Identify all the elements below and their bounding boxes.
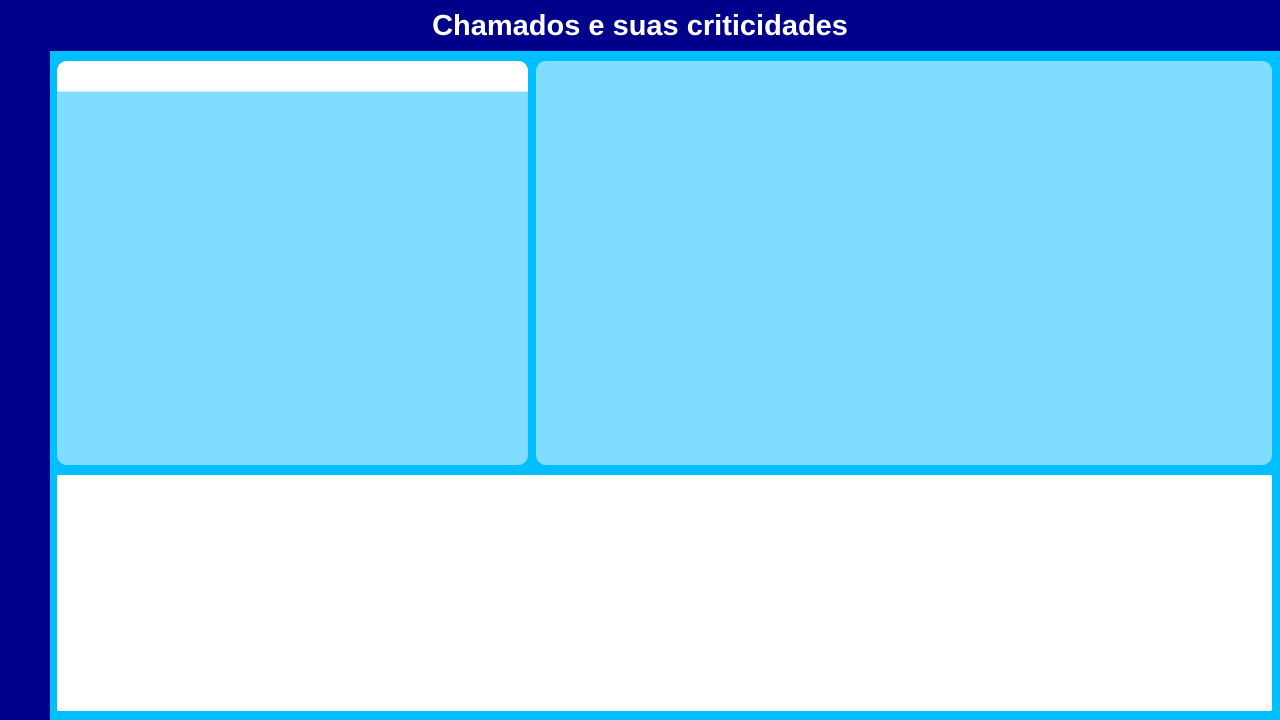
report-header: Chamados e suas criticidades [0,0,1280,51]
left-rail [0,51,50,720]
page-title: Chamados e suas criticidades [432,10,848,42]
bottom-visual-panel[interactable] [57,475,1272,711]
report-canvas [50,51,1280,720]
left-visual-panel[interactable] [57,61,528,465]
left-panel-header [57,61,528,92]
right-visual-panel[interactable] [536,61,1272,465]
